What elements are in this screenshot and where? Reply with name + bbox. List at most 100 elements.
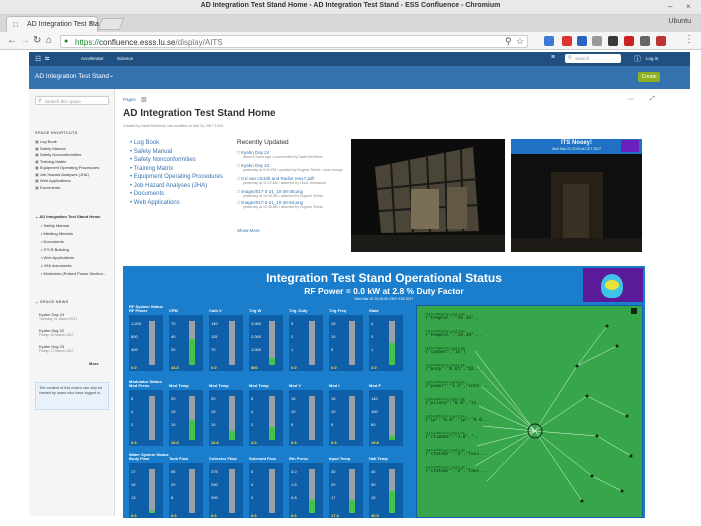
- app-switcher-icon[interactable]: ☷: [35, 55, 41, 63]
- recent-item[interactable]: □ image2017-3-21_10-38-54.png yesterday a…: [237, 200, 345, 211]
- gauge-value: 0.0: [251, 513, 257, 518]
- menu-icon[interactable]: ⋮: [684, 34, 694, 45]
- bookmark-star-icon[interactable]: ☆: [516, 36, 524, 47]
- extension-icon[interactable]: [592, 36, 602, 46]
- recent-item[interactable]: □ Cxl van cts10b and Radiot ree17.pdf yes…: [237, 176, 345, 189]
- gauge-value: 0.0: [291, 440, 297, 445]
- recent-item-meta: yesterday at 10:38 AM • attached by Euge…: [243, 205, 323, 209]
- recent-item[interactable]: □ image2017-3-21_10-39-35.png yesterday a…: [237, 189, 345, 200]
- gauge: 15 10 5 0.0: [289, 390, 323, 446]
- page-link-label: Documents: [133, 191, 165, 197]
- node-message[interactable]: {"stateDr":"3","faus...: [425, 452, 490, 457]
- tree-item[interactable]: • Meeting Minutes: [41, 231, 113, 239]
- tree-item[interactable]: • Web Applications: [41, 255, 113, 263]
- close-window-icon[interactable]: ×: [686, 2, 691, 11]
- more-actions-icon[interactable]: ⋯: [628, 96, 634, 103]
- space-search-placeholder: Search this space: [45, 99, 81, 104]
- extension-icon[interactable]: [640, 36, 650, 46]
- gauge-track: [149, 396, 155, 440]
- gauge-tick-label: 5: [331, 347, 334, 352]
- extension-icon[interactable]: [656, 36, 666, 46]
- help-menu-icon[interactable]: ≡: [551, 54, 555, 61]
- gauge-grid: RF Power 1,200 800 400 0.0 CPM 70 40 20 44.0 Cath …: [123, 266, 416, 518]
- show-more-link[interactable]: Show More: [237, 228, 260, 233]
- page-link-label: Equipment Operating Procedures: [133, 174, 223, 180]
- shortcut-item[interactable]: ▣ Documents: [35, 185, 111, 192]
- gauge-value: 0.0: [171, 513, 177, 518]
- gauge-tick-label: 1,200: [131, 321, 142, 326]
- nav-item-accelerator[interactable]: Accelerator: [81, 56, 104, 61]
- create-button[interactable]: Create: [638, 72, 660, 82]
- tree-item[interactable]: • Modulator (Pulsed Power Section...: [41, 271, 113, 279]
- news-more-link[interactable]: More: [89, 361, 99, 366]
- recent-item[interactable]: □ Kyahn Day 24 yesterday at 3:44 PM • upd…: [237, 163, 345, 176]
- tree-item[interactable]: • JHA documents: [41, 263, 113, 271]
- page-link-item[interactable]: • Equipment Operating Procedures: [130, 174, 223, 183]
- tree-item[interactable]: • Safety Manual: [41, 223, 113, 231]
- tree-item[interactable]: • ITS B Building: [41, 247, 113, 255]
- gauge-fill: [269, 427, 275, 440]
- help-icon[interactable]: ⓘ: [634, 54, 641, 64]
- extension-icon[interactable]: [608, 36, 618, 46]
- gauge-tick-label: 15: [291, 396, 296, 401]
- space-search-input[interactable]: ⚲ Search this space: [35, 96, 109, 105]
- node-message[interactable]: {"cpmSet":"15"}: [425, 350, 490, 355]
- confluence-search-input[interactable]: ⚲ Search: [565, 54, 621, 63]
- page-link-item[interactable]: • Safety Nonconformities: [130, 157, 223, 166]
- reload-icon[interactable]: ↻: [33, 35, 41, 46]
- confluence-logo-icon[interactable]: ≈: [45, 54, 49, 63]
- node-message[interactable]: {"stateDr":"3","faus...: [425, 469, 490, 474]
- node-message[interactable]: {"tempCel":"20.30"...: [425, 316, 490, 321]
- news-item[interactable]: Kyahn Day 23 Friday, 17 March 2017: [39, 344, 74, 353]
- browser-tab[interactable]: □ AD Integration Test Sta ×: [6, 16, 99, 32]
- extension-icon[interactable]: [577, 36, 587, 46]
- page-link-item[interactable]: • Documents: [130, 191, 223, 200]
- node-message[interactable]: {"plinez":"0.0","in...: [425, 401, 490, 406]
- tree-item[interactable]: • Documents: [41, 239, 113, 247]
- forward-icon[interactable]: →: [20, 35, 30, 46]
- gauge-tick-label: 800: [131, 334, 138, 339]
- profile-label[interactable]: Ubuntu: [668, 18, 691, 25]
- node-message[interactable]: {"body":"0.65","O2...: [425, 367, 490, 372]
- page-link-item[interactable]: • Web Applications: [130, 200, 223, 209]
- node-message[interactable]: {"ctimdat":"3.0","...: [425, 435, 490, 440]
- page-link-item[interactable]: • Job Hazard Analyses (JHA): [130, 183, 223, 192]
- extension-icon[interactable]: [562, 36, 572, 46]
- shortcut-label: Log Book: [39, 139, 57, 144]
- nav-item-science[interactable]: Science: [117, 56, 133, 61]
- extension-icon[interactable]: [624, 36, 634, 46]
- gauge-tick-label: 115: [211, 334, 218, 339]
- node-message[interactable]: {"tempCel":"20.30"...: [425, 333, 490, 338]
- gauge-tick-label: 10: [331, 409, 336, 414]
- gauge: 375 290 200 0.0: [209, 463, 243, 518]
- home-icon[interactable]: ⌂: [46, 35, 52, 46]
- page-link-item[interactable]: • Training Matrix: [130, 166, 223, 175]
- page-link-label: Safety Nonconformities: [133, 157, 196, 163]
- zoom-icon[interactable]: ⚲: [505, 36, 512, 47]
- page-tree-root[interactable]: ⌄ AD Integration Test Stand Home: [35, 214, 100, 219]
- node-message[interactable]: {"ip":"0.0","ip":"0.0...: [425, 418, 490, 423]
- page-link-item[interactable]: • Safety Manual: [130, 149, 223, 158]
- gauge-label: Mod Press: [129, 383, 150, 388]
- url-field[interactable]: ● https://confluence.esss.lu.se/display/…: [60, 35, 528, 48]
- space-name[interactable]: AD Integration Test Stand: [35, 73, 109, 80]
- login-link[interactable]: Log in: [646, 56, 658, 61]
- news-item[interactable]: Kyahn Day 24 Tuesday, 21 March 2017: [39, 312, 77, 321]
- chevron-down-icon[interactable]: ⌄: [109, 72, 114, 79]
- breadcrumb[interactable]: Pages: [123, 97, 136, 102]
- back-icon[interactable]: ←: [7, 35, 17, 46]
- extension-icon[interactable]: [544, 36, 554, 46]
- node-message[interactable]: {"power":"1.5","inte...: [425, 384, 490, 389]
- expand-icon[interactable]: ⤢: [650, 96, 655, 103]
- gauge-tick-label: 30: [371, 482, 376, 487]
- page-link-item[interactable]: • Log Book: [130, 140, 223, 149]
- minimize-icon[interactable]: –: [668, 2, 672, 11]
- new-tab-button[interactable]: [97, 18, 125, 30]
- page-restrictions-icon[interactable]: ▧: [141, 96, 147, 103]
- test-stand-photo: [351, 139, 505, 252]
- recent-item[interactable]: □ Kyahn Day 24 about 5 hours ago • commen…: [237, 150, 345, 163]
- news-item[interactable]: Kyahn Day 22 Friday, 10 March 2017: [39, 328, 74, 337]
- gauge-tick-label: 20: [211, 396, 216, 401]
- close-tab-icon[interactable]: ×: [89, 19, 94, 28]
- gauge: 70 40 20 44.0: [169, 315, 203, 371]
